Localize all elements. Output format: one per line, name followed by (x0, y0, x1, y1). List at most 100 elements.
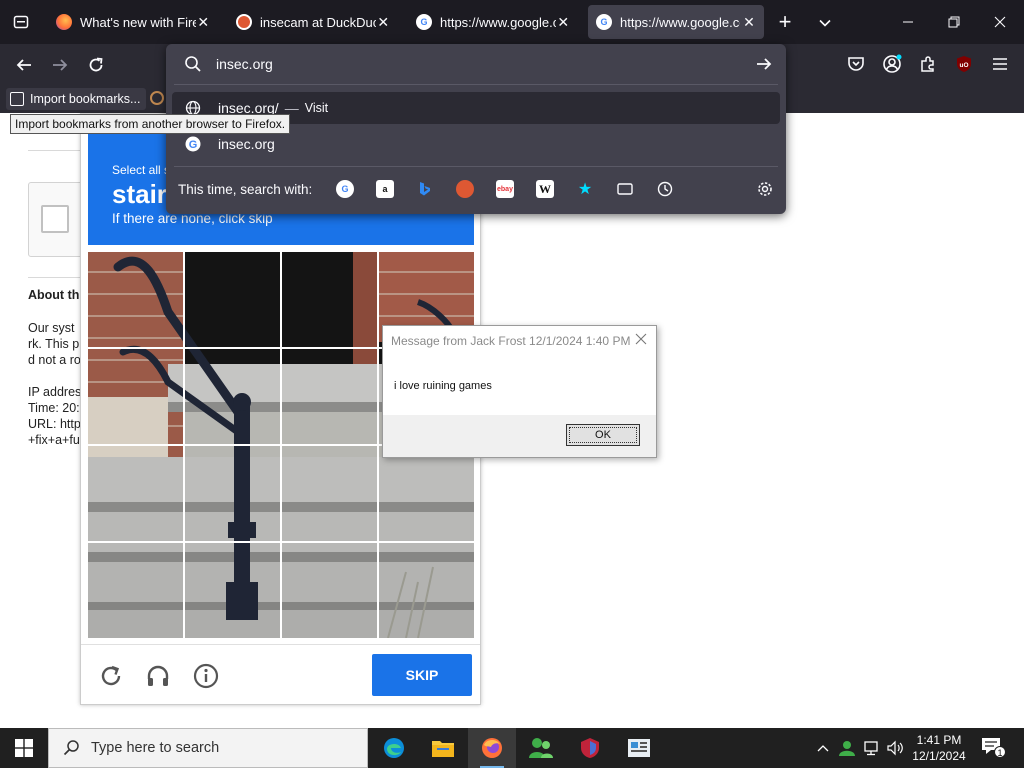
new-tab-button[interactable]: + (772, 10, 798, 36)
show-hidden-icons-button[interactable] (812, 728, 834, 768)
firefox-view-button[interactable] (8, 8, 34, 36)
close-window-button[interactable] (980, 8, 1020, 36)
taskbar-app-green[interactable] (517, 728, 565, 768)
minimize-icon (903, 21, 913, 23)
speaker-icon (887, 740, 903, 756)
reload-button[interactable] (82, 51, 110, 79)
dialog-title: Message from Jack Frost 12/1/2024 1:40 P… (391, 334, 631, 348)
taskbar-search-box[interactable]: Type here to search (48, 728, 368, 768)
network-icon (864, 741, 878, 756)
go-arrow-icon[interactable] (754, 54, 774, 74)
volume-button[interactable] (884, 728, 906, 768)
taskbar-app-news[interactable] (615, 728, 663, 768)
reload-icon (101, 665, 121, 686)
tab-insecam-duckduckgo[interactable]: insecam at DuckDuckGo ✕ (228, 5, 398, 39)
history-icon[interactable] (656, 180, 674, 198)
about-heading: About th (28, 288, 80, 302)
challenge-tile[interactable] (282, 252, 378, 348)
wikipedia-icon[interactable]: W (536, 180, 554, 198)
folder-icon (432, 741, 454, 757)
about-text: Our syst rk. This p d not a ro IP addres… (28, 321, 82, 447)
challenge-tile[interactable] (185, 446, 281, 542)
urlbar-input[interactable]: insec.org (166, 44, 786, 84)
tab-google-1[interactable]: G https://www.google.com ✕ (408, 5, 578, 39)
challenge-tile[interactable] (88, 446, 184, 542)
duckduckgo-icon[interactable] (456, 180, 474, 198)
shield-app-icon (581, 738, 599, 758)
network-button[interactable] (860, 728, 882, 768)
audio-challenge-button[interactable] (144, 662, 172, 690)
puzzle-icon (921, 56, 934, 72)
bookmark-favicon-icon[interactable] (150, 91, 164, 105)
close-icon[interactable] (634, 332, 648, 346)
account-icon (883, 54, 902, 73)
divider (174, 84, 778, 85)
notification-center-button[interactable]: 1 (980, 736, 1006, 760)
challenge-tile[interactable] (88, 349, 184, 445)
challenge-tile[interactable] (379, 446, 475, 542)
taskbar-firefox[interactable] (468, 728, 516, 768)
start-button[interactable] (0, 728, 48, 768)
google-icon: G (596, 14, 612, 30)
duckduckgo-icon (236, 14, 252, 30)
chevron-up-icon (817, 745, 829, 752)
tray-app-green[interactable] (836, 728, 858, 768)
close-tab-icon[interactable]: ✕ (556, 14, 570, 31)
chevron-down-icon (819, 19, 831, 27)
back-button[interactable] (10, 51, 38, 79)
amazon-icon[interactable]: a (376, 180, 394, 198)
pocket-button[interactable] (842, 50, 870, 78)
challenge-tile[interactable] (88, 252, 184, 348)
account-button[interactable] (878, 50, 906, 78)
search-with-label: This time, search with: (178, 182, 313, 197)
ublock-origin-button[interactable]: uO (950, 50, 978, 78)
search-settings-gear-icon[interactable] (756, 180, 774, 198)
close-tab-icon[interactable]: ✕ (196, 14, 210, 31)
taskbar-edge[interactable] (370, 728, 418, 768)
tab-bar: What's new with Firefox ✕ insecam at Duc… (0, 0, 1024, 44)
recaptcha-checkbox[interactable] (41, 205, 69, 233)
svg-text:G: G (189, 139, 198, 151)
challenge-tile[interactable] (88, 543, 184, 639)
bookmarks-star-icon[interactable]: ★ (576, 180, 594, 198)
svg-text:uO: uO (959, 62, 968, 69)
minimize-button[interactable] (888, 8, 928, 36)
reload-challenge-button[interactable] (97, 662, 125, 690)
google-icon: G (416, 14, 432, 30)
google-icon[interactable]: G (336, 180, 354, 198)
challenge-tile[interactable] (185, 349, 281, 445)
headphones-icon (147, 665, 169, 686)
help-button[interactable] (192, 662, 220, 690)
challenge-tile[interactable] (379, 543, 475, 639)
tab-firefox-whats-new[interactable]: What's new with Firefox ✕ (48, 5, 218, 39)
ebay-icon[interactable]: ebay (496, 180, 514, 198)
challenge-tile[interactable] (185, 543, 281, 639)
divider (28, 150, 80, 151)
tab-google-active[interactable]: G https://www.google.com ✕ (588, 5, 764, 39)
challenge-tile[interactable] (282, 349, 378, 445)
ok-button[interactable]: OK (566, 424, 640, 446)
skip-button[interactable]: SKIP (372, 654, 472, 696)
close-tab-icon[interactable]: ✕ (376, 14, 390, 31)
tabs-icon[interactable] (616, 180, 634, 198)
restore-icon (948, 16, 960, 28)
info-icon (193, 663, 219, 689)
app-menu-button[interactable] (986, 50, 1014, 78)
import-bookmarks-button[interactable]: Import bookmarks... (6, 88, 147, 110)
close-tab-icon[interactable]: ✕ (742, 14, 756, 31)
urlbar-value[interactable]: insec.org (216, 56, 273, 72)
bing-icon[interactable] (416, 180, 434, 198)
restore-button[interactable] (934, 8, 974, 36)
taskbar-file-explorer[interactable] (419, 728, 467, 768)
notification-count-badge: 1 (994, 746, 1006, 758)
forward-button[interactable] (46, 51, 74, 79)
list-all-tabs-button[interactable] (812, 10, 838, 36)
challenge-tile[interactable] (185, 252, 281, 348)
import-icon (10, 92, 24, 106)
taskbar-app-shield[interactable] (566, 728, 614, 768)
taskbar-clock[interactable]: 1:41 PM 12/1/2024 (908, 732, 970, 764)
extensions-button[interactable] (914, 50, 942, 78)
challenge-tile[interactable] (282, 446, 378, 542)
challenge-tile[interactable] (282, 543, 378, 639)
dialog-message: i love ruining games (394, 380, 492, 392)
